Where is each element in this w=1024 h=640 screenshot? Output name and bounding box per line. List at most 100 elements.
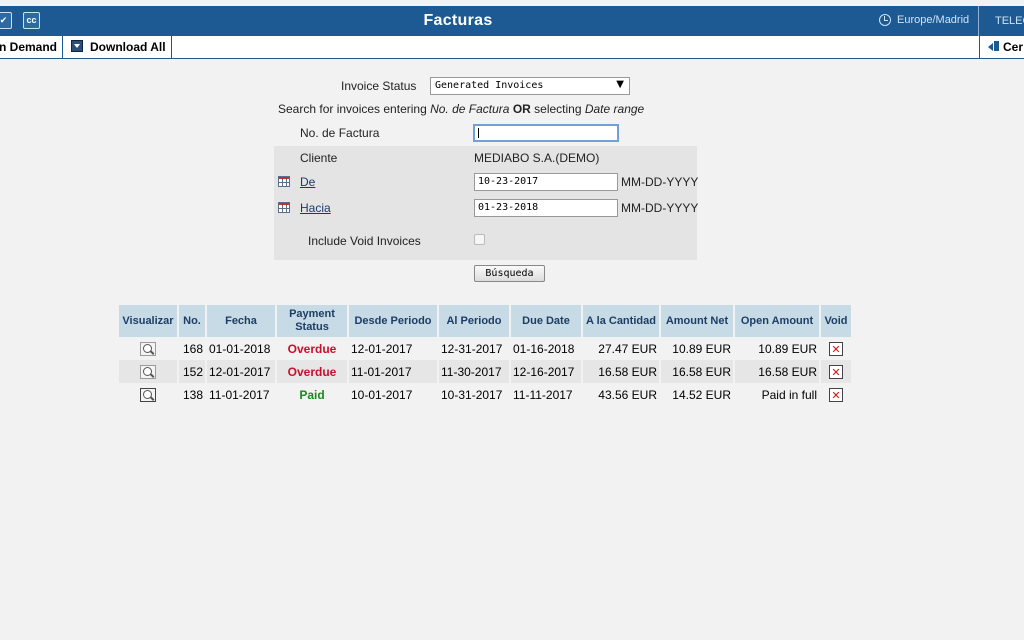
from-date-format: MM-DD-YYYY [621,175,699,189]
from-period: 12-01-2017 [351,341,413,356]
view-invoice-icon[interactable] [140,364,156,379]
due-date: 01-16-2018 [513,341,575,356]
col-header-from-period: Desde Periodo [349,305,437,337]
customer-label: Cer [1003,40,1024,54]
from-period: 11-01-2017 [349,360,437,383]
void-cell: ✕ [821,337,851,360]
from-date-link[interactable]: De [300,175,315,189]
view-cell [119,383,177,406]
download-all-button[interactable]: Download All [71,36,166,58]
void-icon[interactable]: ✕ [829,341,843,356]
hint-middle: selecting [530,102,585,116]
void-icon[interactable]: ✕ [829,387,843,402]
timezone-label: Europe/Madrid [897,14,970,26]
void-icon[interactable]: ✕ [829,364,843,379]
search-button[interactable]: Búsqueda [474,265,545,282]
to-period: 11-30-2017 [439,360,509,383]
customer-button[interactable]: Cer [988,36,1023,58]
invoice-number-label: No. de Factura [300,126,380,140]
hint-prefix: Search for invoices entering [278,102,431,116]
void-cell: ✕ [821,360,851,383]
to-date-link[interactable]: Hacia [300,201,331,215]
amount-net: 14.52 EUR [672,387,731,402]
calendar-icon[interactable] [278,202,290,213]
table-header-row: Visualizar No. Fecha Payment Status Desde… [119,305,851,337]
invoice-date: 11-01-2017 [209,387,270,402]
invoice-date: 01-01-2018 [209,341,271,356]
payment-status-line-2: Status [295,321,329,333]
due-date: 12-16-2017 [511,360,581,383]
text-caret [478,128,479,138]
invoice-status-select[interactable]: Generated Invoices ▼ [430,77,630,95]
invoice-date: 12-01-2017 [207,360,275,383]
hint-range: Date range [584,102,645,116]
open-amount: 10.89 EUR [758,341,817,356]
include-void-label: Include Void Invoices [308,234,421,248]
payment-status: Overdue [277,360,347,383]
view-invoice-icon[interactable] [140,341,156,356]
table-row: 152 12-01-2017 Overdue 11-01-2017 11-30-… [119,360,851,383]
amount-net: 16.58 EUR [661,360,733,383]
invoice-number: 168 [182,341,203,356]
table-row: 138 11-01-2017 Paid 10-01-2017 10-31-201… [119,383,851,406]
client-label: Cliente [300,151,338,165]
from-date-input[interactable]: 10-23-2017 [474,173,618,191]
toolbar: n Demand Download All Cer [0,36,1024,59]
invoice-number-input[interactable] [473,124,619,142]
title-bar-divider [978,6,979,36]
payment-status-line-1: Payment [289,308,335,320]
dropdown-arrow-icon: ▼ [616,79,624,90]
amount-net: 10.89 EUR [672,341,731,356]
hint-field: No. de Factura [430,102,510,116]
col-header-no: No. [179,305,205,337]
col-header-to-period: Al Periodo [439,305,509,337]
due-date: 11-11-2017 [513,387,573,402]
col-header-void: Void [821,305,851,337]
download-icon [71,40,83,52]
hint-or: OR [512,102,531,116]
col-header-amount-net: Amount Net [661,305,733,337]
back-arrow-icon [988,41,1000,52]
open-amount: 16.58 EUR [735,360,819,383]
invoice-status-label: Invoice Status [341,79,417,93]
to-period: 10-31-2017 [441,387,503,402]
amount: 43.56 EUR [598,387,657,402]
invoice-number: 138 [182,387,203,402]
from-period: 10-01-2017 [351,387,413,402]
toolbar-divider [62,36,63,58]
payment-status: Overdue [287,341,337,356]
search-hint: Search for invoices entering No. de Fact… [278,102,644,116]
to-date-format: MM-DD-YYYY [621,201,699,215]
calendar-icon[interactable] [278,176,290,187]
payment-status: Paid [299,387,325,402]
invoice-status-value: Generated Invoices [435,80,544,91]
invoices-table: Visualizar No. Fecha Payment Status Desde… [117,305,853,406]
clock-icon [879,14,891,26]
download-all-label: Download All [90,40,166,54]
amount: 16.58 EUR [583,360,659,383]
col-header-amount: A la Cantidad [583,305,659,337]
toolbar-divider [171,36,172,58]
to-period: 12-31-2017 [441,341,503,356]
col-header-date: Fecha [207,305,275,337]
col-header-payment-status: Payment Status [277,305,347,337]
col-header-view: Visualizar [119,305,177,337]
table-row: 168 01-01-2018 Overdue 12-01-2017 12-31-… [119,337,851,360]
toolbar-divider [979,36,980,58]
client-value: MEDIABO S.A.(DEMO) [474,151,600,165]
amount: 27.47 EUR [598,341,657,356]
open-amount: Paid in full [761,387,817,402]
on-demand-button[interactable]: n Demand [0,36,57,58]
to-date-input[interactable]: 01-23-2018 [474,199,618,217]
void-cell: ✕ [821,383,851,406]
invoice-number: 152 [179,360,205,383]
col-header-open-amount: Open Amount [735,305,819,337]
timezone-link[interactable]: Europe/Madrid [879,14,969,26]
view-invoice-icon[interactable] [140,387,156,402]
col-header-due-date: Due Date [511,305,581,337]
view-cell [119,337,177,360]
title-bar: ✔ cc Facturas Europe/Madrid TELEC [0,6,1024,36]
user-label[interactable]: TELEC [995,15,1024,27]
include-void-checkbox[interactable] [474,234,485,245]
page-title: Facturas [423,12,493,29]
